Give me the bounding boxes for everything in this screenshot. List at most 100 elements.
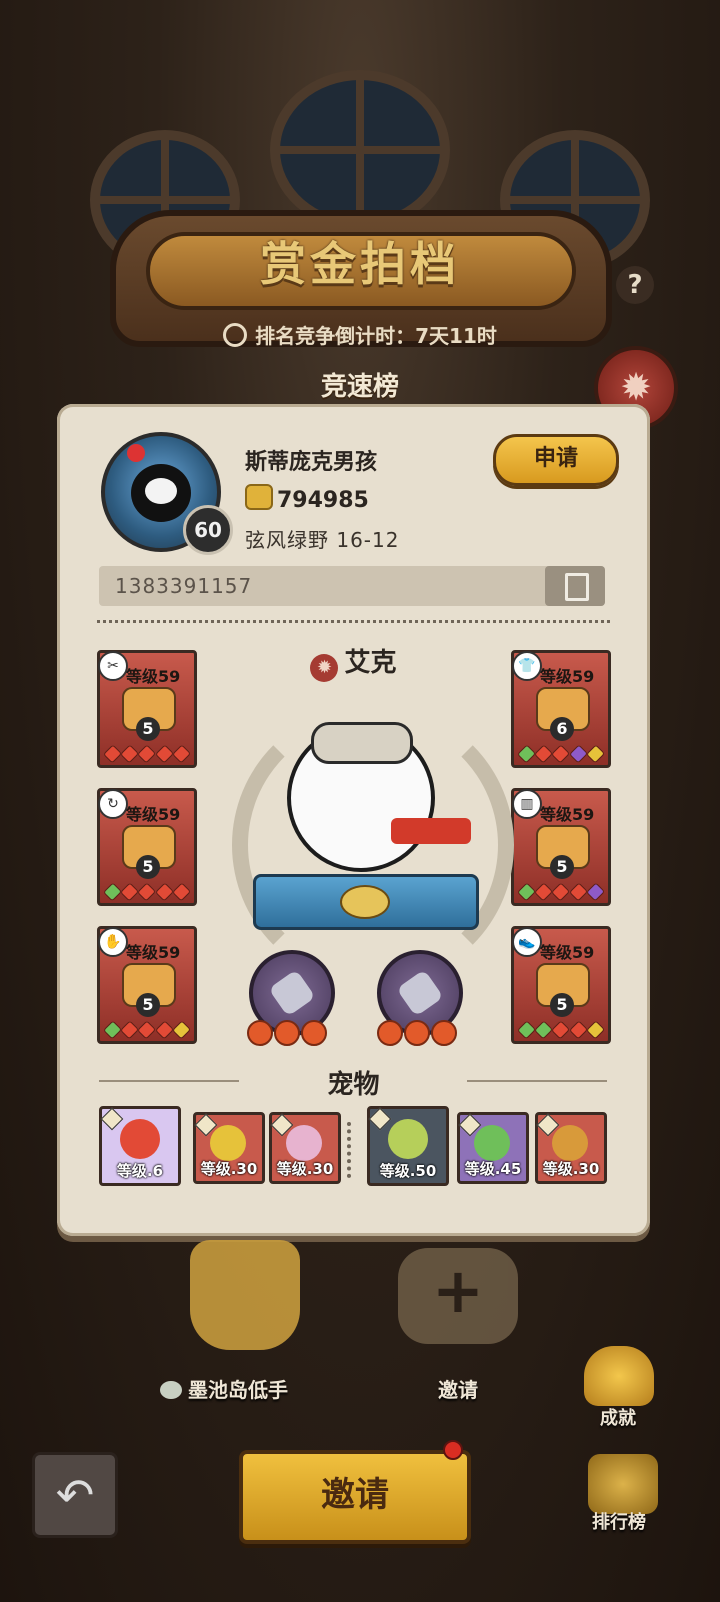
invite-slot-label: 邀请 (438, 1378, 478, 1402)
gem-icon (534, 744, 554, 764)
invite-slot-plus[interactable] (398, 1248, 518, 1344)
gem-icon (585, 1020, 606, 1040)
player-level-badge: 60 (183, 505, 233, 555)
frog-icon (160, 1381, 182, 1399)
hero-portrait[interactable] (287, 722, 471, 872)
equipment-level: 等级59 (126, 805, 181, 824)
equipment-stars: 5 (136, 993, 160, 1017)
pet-separator (347, 1122, 351, 1178)
wing-emblem-icon (340, 885, 390, 919)
ring-slot-icon: ↻ (98, 789, 128, 819)
gem-icon (585, 882, 606, 902)
gem-icon (137, 882, 157, 902)
equipment-level: 等级59 (540, 667, 595, 686)
shoe-slot-icon: 👟 (512, 927, 542, 957)
character-face-icon (131, 464, 191, 522)
tab-speed-ranking[interactable]: 竞速榜 (0, 366, 720, 403)
pants-slot-icon: ▥ (512, 789, 542, 819)
fist-icon (245, 484, 273, 510)
scarf-icon (391, 818, 471, 844)
pet-slot[interactable]: 等级.45 (457, 1112, 529, 1184)
pet-level: 等级.6 (116, 1162, 164, 1180)
equipment-gems (102, 1020, 192, 1040)
faction-gear-icon: ✹ (310, 654, 339, 682)
gem-icon (516, 1020, 537, 1040)
gem-icon (568, 882, 588, 902)
gem-icon (120, 1020, 140, 1040)
equipment-stars: 6 (550, 717, 574, 741)
star-icon (431, 1020, 457, 1046)
apply-button[interactable]: 申请 (493, 434, 619, 486)
pet-art (552, 1125, 588, 1161)
gun-icon (396, 969, 444, 1017)
gem-icon (102, 744, 123, 764)
star-icon (377, 1020, 403, 1046)
pet-slot[interactable]: 等级.6 (99, 1106, 181, 1186)
gem-icon (568, 1020, 588, 1040)
equipment-gems (102, 882, 192, 902)
pet-level: 等级.50 (379, 1162, 437, 1180)
pet-slot[interactable]: 等级.50 (367, 1106, 449, 1186)
page-title: 赏金拍档 (260, 237, 460, 291)
stage-progress: 弦风绿野 16-12 (245, 528, 400, 552)
pet-slot[interactable]: 等级.30 (193, 1112, 265, 1184)
pet-slot[interactable]: 等级.30 (269, 1112, 341, 1184)
equipment-gems (516, 882, 606, 902)
gem-icon (551, 882, 571, 902)
hero-ribbon (253, 874, 479, 930)
gem-icon (171, 882, 192, 902)
divider (97, 620, 610, 623)
power-score: 794985 (245, 484, 369, 513)
gem-icon (568, 744, 588, 764)
gem-icon (171, 1020, 192, 1040)
sword-icon (100, 1107, 124, 1131)
player-detail-panel: 60 斯蒂庞克男孩 794985 弦风绿野 16-12 申请 138339115… (57, 404, 650, 1236)
clock-icon (223, 323, 248, 347)
partner-plane[interactable] (190, 1240, 300, 1350)
help-button[interactable]: ? (616, 266, 654, 304)
equipment-gems (516, 744, 606, 764)
equipment-slot-armor[interactable]: 👕 等级59 6 (511, 650, 611, 768)
gem-icon (120, 744, 140, 764)
equipment-slot-shoes[interactable]: 👟 等级59 5 (511, 926, 611, 1044)
pet-art (388, 1119, 428, 1159)
gem-icon (534, 882, 554, 902)
player-id: 1383391157 (115, 574, 253, 598)
equipment-stars: 5 (550, 855, 574, 879)
gem-icon (516, 882, 537, 902)
equipment-slot-pants[interactable]: ▥ 等级59 5 (511, 788, 611, 906)
equipment-stars: 5 (136, 717, 160, 741)
gem-icon (551, 1020, 571, 1040)
equipment-slot-glove[interactable]: ✋ 等级59 5 (97, 926, 197, 1044)
gem-icon (137, 1020, 157, 1040)
background-window (270, 70, 450, 230)
equipment-level: 等级59 (126, 667, 181, 686)
pet-art (210, 1125, 246, 1161)
achievements-button[interactable] (584, 1346, 654, 1406)
back-button[interactable]: ↶ (32, 1452, 118, 1538)
pet-art (474, 1125, 510, 1161)
gem-icon (102, 882, 123, 902)
equipment-level: 等级59 (540, 805, 595, 824)
gem-icon (585, 744, 606, 764)
pet-art (120, 1119, 160, 1159)
shirt-slot-icon: 👕 (512, 651, 542, 681)
pets-title: 宠物 (327, 1070, 380, 1100)
gem-icon (534, 1020, 554, 1040)
gem-icon (154, 882, 174, 902)
star-icon (247, 1020, 273, 1046)
invite-button[interactable]: 邀请 (239, 1450, 471, 1544)
pet-level: 等级.30 (276, 1160, 334, 1178)
goggles-icon (311, 722, 413, 764)
equipment-slot-weapon[interactable]: ✂ 等级59 5 (97, 650, 197, 768)
balloon-icon (127, 444, 145, 462)
glove-slot-icon: ✋ (98, 927, 128, 957)
equipment-slot-ring[interactable]: ↻ 等级59 5 (97, 788, 197, 906)
pet-level: 等级.45 (464, 1160, 522, 1178)
copy-id-button[interactable] (545, 566, 605, 606)
star-icon (301, 1020, 327, 1046)
gem-icon (120, 882, 140, 902)
divider (467, 1080, 607, 1082)
pet-slot[interactable]: 等级.30 (535, 1112, 607, 1184)
leaderboard-button[interactable] (588, 1454, 658, 1514)
